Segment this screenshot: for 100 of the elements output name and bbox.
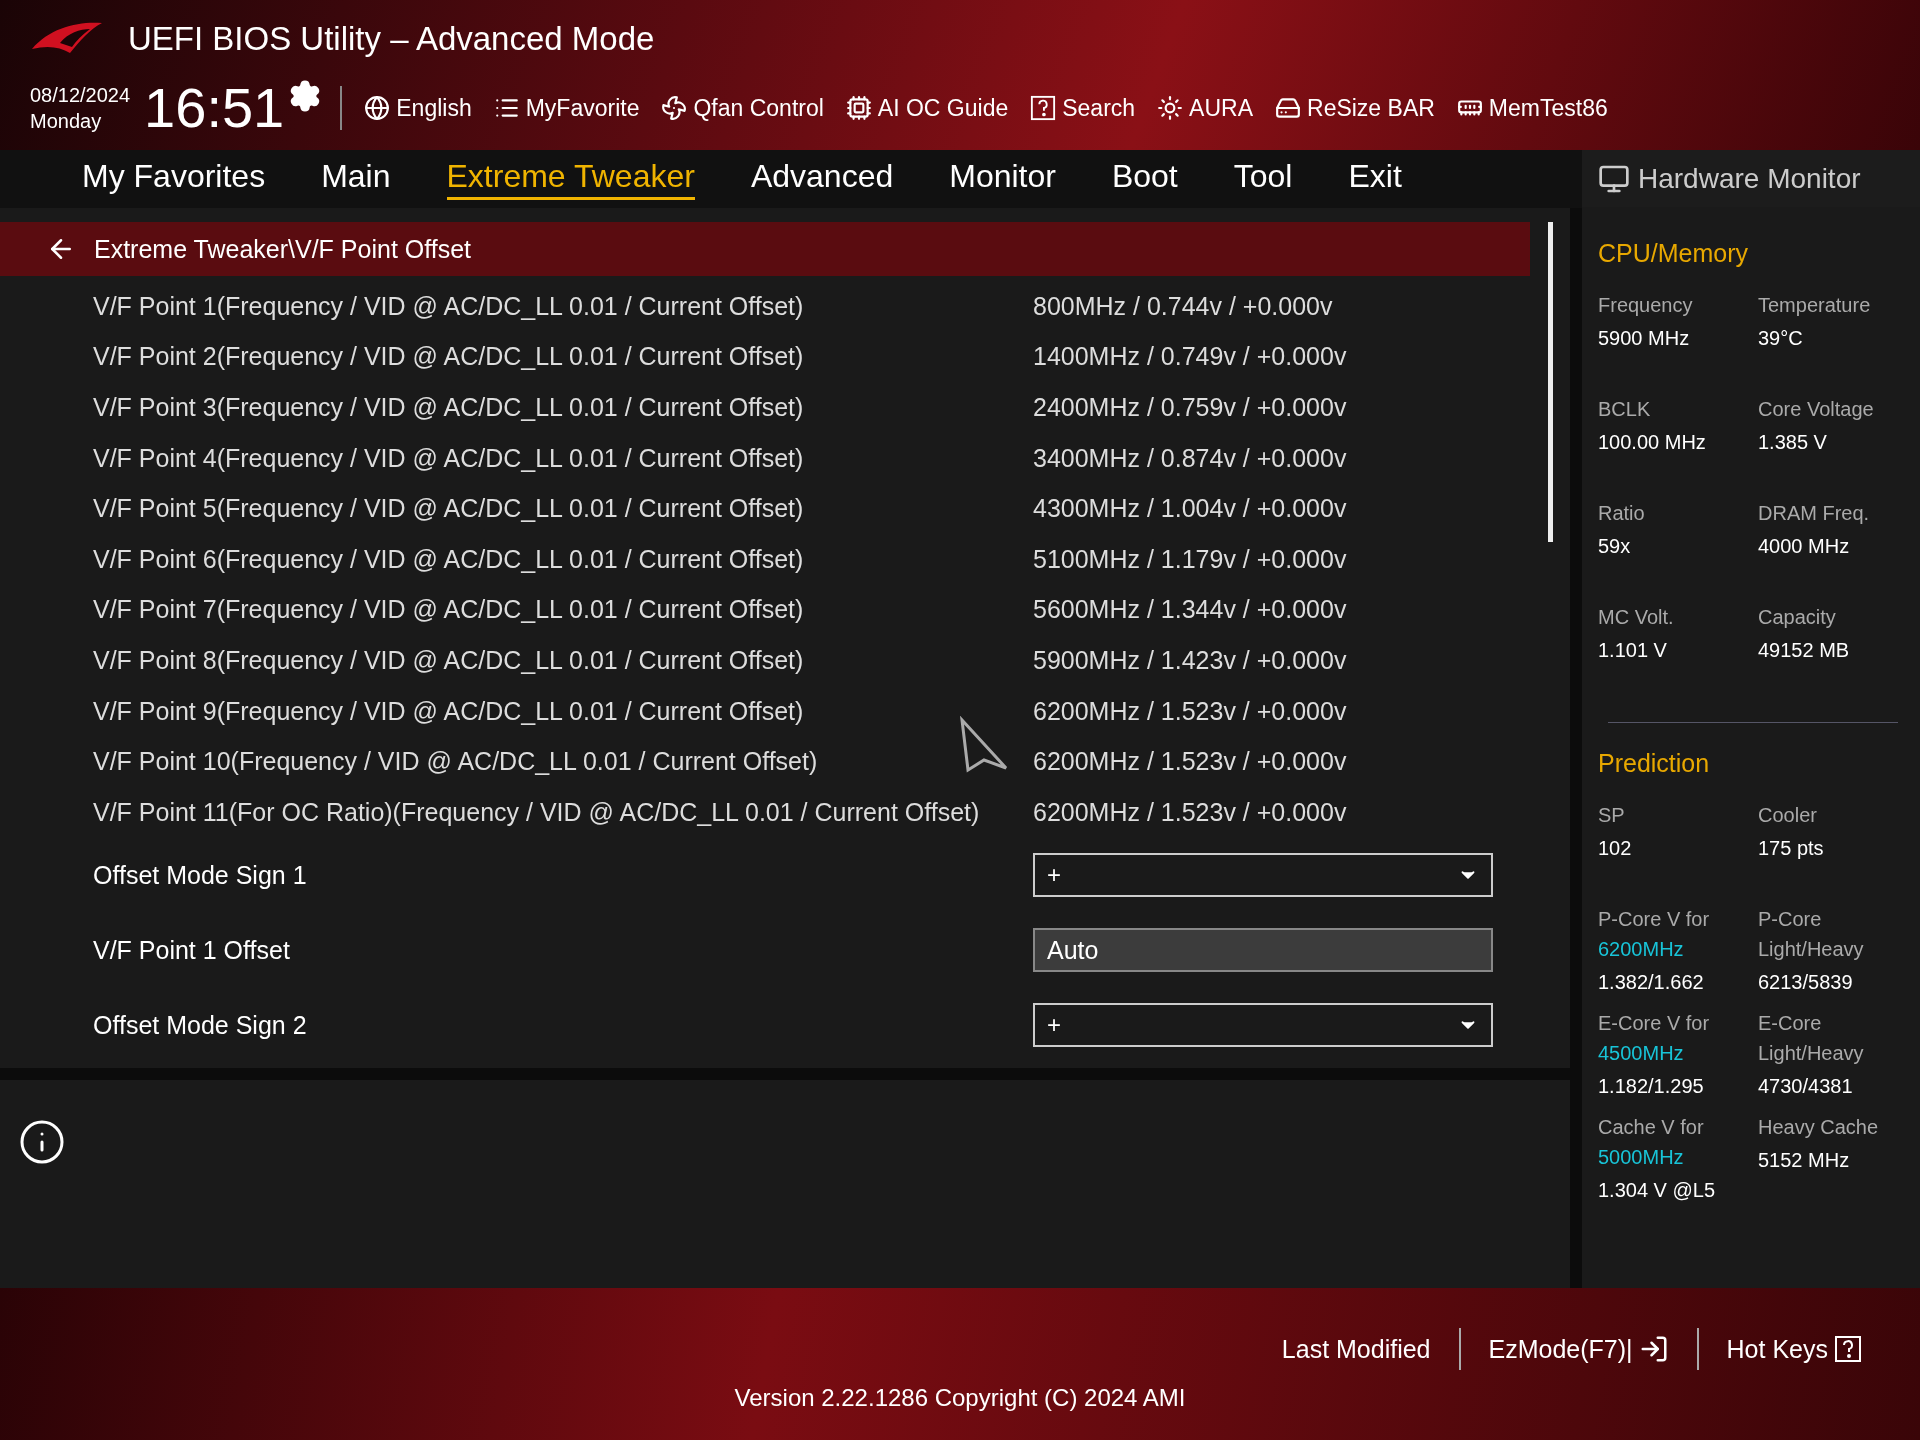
setting-value: 5900MHz / 1.423v / +0.000v [1033, 645, 1347, 675]
menu-tab[interactable]: Boot [1111, 158, 1178, 200]
setting-label: V/F Point 8(Frequency / VID @ AC/DC_LL 0.01 / Current Offset) [93, 645, 804, 675]
monitor-value: 1.101 V [1598, 638, 1668, 663]
chip-icon [845, 95, 872, 121]
info-icon [18, 1118, 66, 1166]
window-title: UEFI BIOS Utility – Advanced Mode [128, 20, 655, 58]
scrollbar-thumb[interactable] [1548, 222, 1553, 542]
monitor-label: Cache V for [1598, 1115, 1705, 1140]
monitor-value: 175 pts [1758, 836, 1825, 861]
monitor-label: MC Volt. [1598, 605, 1675, 630]
monitor-value: 4730/4381 [1758, 1074, 1854, 1099]
monitor-label: Ratio [1598, 501, 1646, 526]
menu-tab[interactable]: Monitor [949, 158, 1056, 200]
toolbar-button[interactable]: MemTest86 [1452, 94, 1612, 122]
monitor-label: E-Core Light/Heavy [1758, 1011, 1865, 1066]
setting-label: V/F Point 7(Frequency / VID @ AC/DC_LL 0.01 / Current Offset) [93, 595, 804, 625]
setting-value: 4300MHz / 1.004v / +0.000v [1033, 494, 1347, 524]
monitor-value: 1.182/1.295 [1598, 1074, 1705, 1099]
setting-label: Offset Mode Sign 1 [93, 860, 307, 890]
section-title: Prediction [1598, 749, 1711, 778]
panel-title: Hardware Monitor [1638, 163, 1861, 195]
sun-icon [1157, 95, 1184, 121]
monitor-value: 59x [1598, 534, 1632, 559]
setting-value: 5600MHz / 1.344v / +0.000v [1033, 595, 1347, 625]
setting-value: 6200MHz / 1.523v / +0.000v [1033, 747, 1347, 777]
monitor-label: P-Core Light/Heavy [1758, 907, 1865, 962]
setting-label: Offset Mode Sign 2 [93, 1010, 307, 1040]
clock-time: 16:51 [144, 78, 285, 138]
menu-tab[interactable]: Advanced [750, 158, 894, 200]
menu-tab[interactable]: Tool [1233, 158, 1293, 200]
setting-label: V/F Point 6(Frequency / VID @ AC/DC_LL 0.01 / Current Offset) [93, 544, 804, 574]
setting-value: 2400MHz / 0.759v / +0.000v [1033, 393, 1347, 422]
toolbar-button[interactable]: MyFavorite [489, 94, 644, 122]
setting-value: 800MHz / 0.744v / +0.000v [1033, 291, 1333, 321]
monitor-label: Core Voltage [1758, 397, 1875, 422]
toolbar-button[interactable]: Search [1026, 94, 1140, 122]
monitor-value: 100.00 MHz [1598, 430, 1707, 455]
monitor-label: BCLK [1598, 397, 1652, 422]
date-text: 08/12/2024 [30, 83, 131, 108]
monitor-label: Capacity [1758, 605, 1837, 630]
footer-button[interactable]: Hot Keys [1698, 1334, 1890, 1364]
card-icon [1275, 95, 1301, 121]
setting-value: 1400MHz / 0.749v / +0.000v [1033, 342, 1347, 372]
monitor-value: 1.385 V [1758, 430, 1828, 455]
monitor-label: Heavy Cache [1758, 1115, 1880, 1140]
setting-label: V/F Point 4(Frequency / VID @ AC/DC_LL 0.01 / Current Offset) [93, 443, 804, 473]
monitor-frequency: 6200MHz [1598, 937, 1685, 962]
monitor-label: Temperature [1758, 293, 1872, 318]
footer-button[interactable]: Last Modified [1253, 1334, 1459, 1364]
monitor-value: 4000 MHz [1758, 534, 1851, 559]
version-text: Version 2.22.1286 Copyright (C) 2024 AMI [734, 1384, 1186, 1412]
toolbar-button[interactable]: AURA [1153, 94, 1257, 122]
setting-value: 5100MHz / 1.179v / +0.000v [1033, 544, 1347, 574]
monitor-value: 49152 MB [1758, 638, 1851, 663]
setting-label: V/F Point 1 Offset [93, 935, 290, 965]
setting-label: V/F Point 9(Frequency / VID @ AC/DC_LL 0.01 / Current Offset) [93, 696, 804, 726]
monitor-value: 5900 MHz [1598, 326, 1691, 351]
dropdown[interactable]: + [1033, 853, 1493, 898]
day-text: Monday [30, 109, 103, 134]
toolbar-button[interactable]: English [360, 94, 476, 122]
globe-icon [364, 95, 391, 121]
menu-tab[interactable]: Exit [1348, 158, 1402, 200]
monitor-label: Frequency [1598, 293, 1694, 318]
monitor-label: P-Core V for [1598, 907, 1711, 932]
setting-label: V/F Point 5(Frequency / VID @ AC/DC_LL 0.01 / Current Offset) [93, 494, 804, 524]
menu-tab[interactable]: My Favorites [82, 158, 266, 200]
setting-label: V/F Point 3(Frequency / VID @ AC/DC_LL 0.01 / Current Offset) [93, 393, 804, 422]
setting-label: V/F Point 11(For OC Ratio)(Frequency / VID @ AC/DC_LL 0.01 / Current Offset) [93, 797, 980, 827]
monitor-value: 1.304 V @L5 [1598, 1178, 1717, 1203]
setting-label: V/F Point 10(Frequency / VID @ AC/DC_LL 0.01 / Current Offset) [93, 747, 818, 777]
monitor-label: SP [1598, 803, 1626, 828]
dropdown[interactable]: + [1033, 1003, 1493, 1048]
help-icon [1030, 95, 1057, 121]
setting-label: V/F Point 1(Frequency / VID @ AC/DC_LL 0.01 / Current Offset) [93, 291, 804, 321]
menu-tab[interactable]: Main [321, 158, 391, 200]
monitor-label: DRAM Freq. [1758, 501, 1871, 526]
monitor-frequency: 4500MHz [1598, 1041, 1685, 1066]
monitor-value: 6213/5839 [1758, 970, 1854, 995]
breadcrumb: Extreme Tweaker\V/F Point Offset [94, 234, 471, 264]
toolbar-button[interactable]: ReSize BAR [1271, 94, 1439, 122]
monitor-label: E-Core V for [1598, 1011, 1711, 1036]
help-icon [1834, 1335, 1862, 1363]
toolbar-button[interactable]: Qfan Control [657, 94, 828, 122]
footer-button[interactable]: EzMode(F7)| [1460, 1334, 1697, 1364]
setting-value: 3400MHz / 0.874v / +0.000v [1033, 443, 1347, 473]
monitor-icon [1598, 163, 1630, 195]
menu-tab[interactable]: Extreme Tweaker [446, 158, 695, 200]
monitor-frequency: 5000MHz [1598, 1145, 1685, 1170]
toolbar-button[interactable]: AI OC Guide [841, 94, 1013, 122]
monitor-value: 102 [1598, 836, 1633, 861]
cursor-icon [958, 716, 1010, 774]
fan-icon [661, 95, 688, 121]
input-field[interactable]: Auto [1033, 928, 1493, 973]
section-title: CPU/Memory [1598, 239, 1749, 268]
monitor-label: Cooler [1758, 803, 1818, 828]
setting-label: V/F Point 2(Frequency / VID @ AC/DC_LL 0.01 / Current Offset) [93, 342, 804, 372]
monitor-value: 39°C [1758, 326, 1804, 351]
monitor-value: 5152 MHz [1758, 1148, 1851, 1173]
setting-value: 6200MHz / 1.523v / +0.000v [1033, 797, 1347, 827]
